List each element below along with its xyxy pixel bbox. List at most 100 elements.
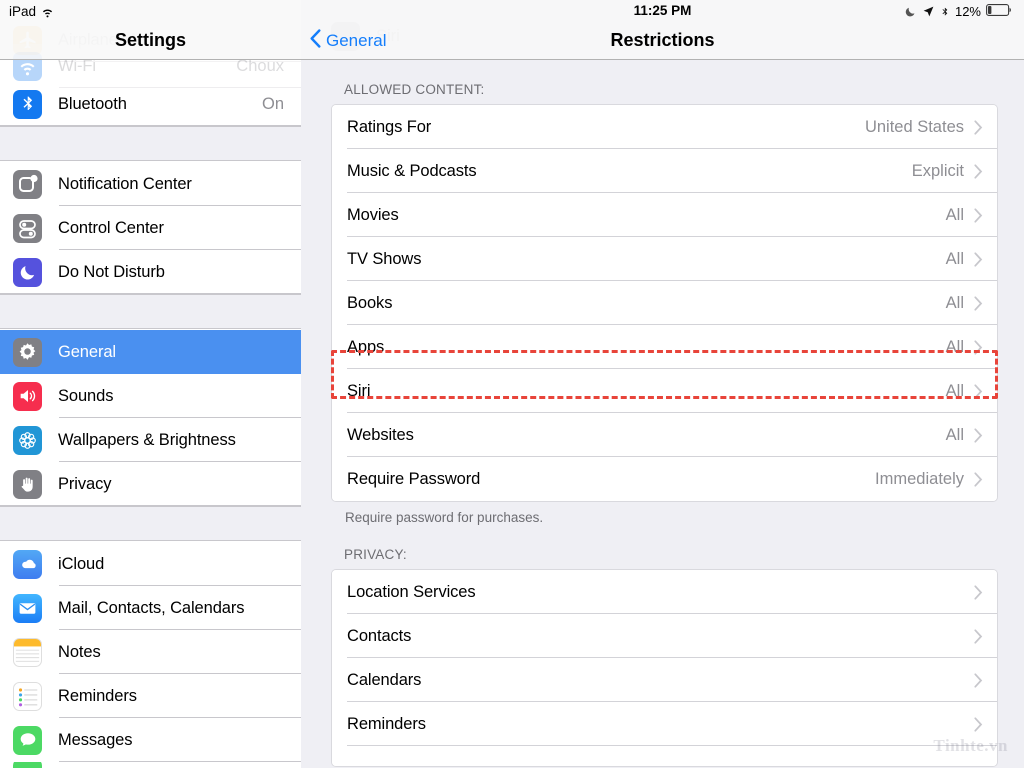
sidebar-item-label: Wallpapers & Brightness <box>58 430 236 449</box>
row-value: All <box>945 205 964 224</box>
row-label: Ratings For <box>347 117 432 136</box>
watermark: Tinhte.vn <box>933 736 1008 755</box>
row-contacts[interactable]: Contacts <box>332 614 997 658</box>
status-device-text: iPad <box>9 4 37 19</box>
sidebar-item-mail-contacts-calendars[interactable]: Mail, Contacts, Calendars <box>0 586 301 630</box>
row-music-podcasts[interactable]: Music & Podcasts Explicit <box>332 149 997 193</box>
chevron-right-icon <box>974 207 983 223</box>
battery-percent-label: 12% <box>954 4 981 19</box>
row-label: Movies <box>347 205 399 224</box>
chevron-right-icon <box>974 628 983 644</box>
sidebar-item-privacy[interactable]: Privacy <box>0 462 301 506</box>
sidebar-item-label: General <box>58 342 117 361</box>
chevron-right-icon <box>974 672 983 688</box>
sidebar-item-notification-center[interactable]: Notification Center <box>0 162 301 206</box>
bluetooth-icon <box>942 7 948 15</box>
sidebar-item-label: Reminders <box>58 686 137 705</box>
sidebar-group-divider <box>0 294 301 329</box>
sidebar-item-icloud[interactable]: iCloud <box>0 542 301 586</box>
row-label: Music & Podcasts <box>347 161 477 180</box>
row-value: All <box>945 425 964 444</box>
bluetooth-icon <box>13 89 42 119</box>
chevron-right-icon <box>974 427 983 443</box>
detail-scroll-container[interactable]: Siri ALLOWED CONTENT: Ratings For United… <box>301 22 1024 768</box>
chevron-right-icon <box>974 163 983 179</box>
row-calendars[interactable]: Calendars <box>332 658 997 702</box>
row-ratings-for[interactable]: Ratings For United States <box>332 105 997 149</box>
row-reminders[interactable]: Reminders <box>332 702 997 746</box>
sidebar-item-control-center[interactable]: Control Center <box>0 206 301 250</box>
chevron-right-icon <box>974 295 983 311</box>
sidebar-item-do-not-disturb[interactable]: Do Not Disturb <box>0 250 301 294</box>
row-label: Apps <box>347 337 385 356</box>
row-books[interactable]: Books All <box>332 281 997 325</box>
chevron-right-icon <box>974 471 983 487</box>
row-value: All <box>945 381 964 400</box>
sidebar-group-divider <box>0 506 301 541</box>
moon-icon <box>905 7 915 17</box>
row-label: Siri <box>347 381 371 400</box>
sidebar-item-wallpapers-brightness[interactable]: Wallpapers & Brightness <box>0 418 301 462</box>
control-center-icon <box>13 213 42 243</box>
battery-icon <box>986 4 1012 19</box>
moon-icon <box>13 257 42 287</box>
location-arrow-icon <box>923 6 934 17</box>
cloud-icon <box>13 549 42 579</box>
row-partial-next[interactable] <box>332 746 997 766</box>
privacy-card: Location Services Contacts Calendars Rem… <box>331 569 998 767</box>
sidebar-item-label: Notification Center <box>58 174 192 193</box>
row-apps[interactable]: Apps All <box>332 325 997 369</box>
row-label: Reminders <box>347 714 426 733</box>
sidebar-item-messages[interactable]: Messages <box>0 718 301 762</box>
gear-icon <box>13 337 42 367</box>
restrictions-detail-panel: Siri ALLOWED CONTENT: Ratings For United… <box>301 0 1024 768</box>
row-label: Websites <box>347 425 414 444</box>
message-bubble-icon <box>13 725 42 755</box>
row-tv-shows[interactable]: TV Shows All <box>332 237 997 281</box>
sidebar-item-label: Privacy <box>58 474 112 493</box>
detail-page-title: Restrictions <box>610 30 715 50</box>
row-label: TV Shows <box>347 249 422 268</box>
facetime-icon <box>13 762 42 768</box>
reminders-icon <box>13 681 42 711</box>
sidebar-item-reminders[interactable]: Reminders <box>0 674 301 718</box>
notification-center-icon <box>13 169 42 199</box>
sidebar-item-general[interactable]: General <box>0 330 301 374</box>
row-value: All <box>945 337 964 356</box>
sidebar-item-bluetooth[interactable]: Bluetooth On <box>0 82 301 126</box>
row-label: Location Services <box>347 582 476 601</box>
chevron-right-icon <box>974 251 983 267</box>
chevron-right-icon <box>974 584 983 600</box>
sidebar-item-partial[interactable] <box>0 762 301 768</box>
row-movies[interactable]: Movies All <box>332 193 997 237</box>
row-require-password[interactable]: Require Password Immediately <box>332 457 997 501</box>
chevron-right-icon <box>974 716 983 732</box>
row-value: All <box>945 293 964 312</box>
row-label: Contacts <box>347 626 412 645</box>
status-device-label: iPad <box>9 4 55 19</box>
page-title: Settings <box>114 30 186 50</box>
section-header-privacy: PRIVACY: <box>344 547 407 562</box>
speaker-icon <box>13 381 42 411</box>
sidebar-item-label: Sounds <box>58 386 114 405</box>
footnote-require-password: Require password for purchases. <box>345 510 544 525</box>
sidebar-item-label: Messages <box>58 730 133 749</box>
sidebar-header: iPad Settings <box>0 0 301 60</box>
chevron-right-icon <box>974 339 983 355</box>
chevron-right-icon <box>974 383 983 399</box>
row-websites[interactable]: Websites All <box>332 413 997 457</box>
status-indicators: 12% <box>904 4 1012 19</box>
row-siri[interactable]: Siri All <box>332 369 997 413</box>
sidebar-item-sounds[interactable]: Sounds <box>0 374 301 418</box>
ipad-settings-screen: Airplane Mode Wi-Fi Choux Bluetooth On <box>0 0 1024 768</box>
sidebar-item-label: Mail, Contacts, Calendars <box>58 598 245 617</box>
row-value: Immediately <box>875 469 964 488</box>
sidebar-group-divider <box>0 126 301 161</box>
sidebar-item-notes[interactable]: Notes <box>0 630 301 674</box>
envelope-icon <box>13 593 42 623</box>
sidebar-item-label: Notes <box>58 642 101 661</box>
sidebar-item-value: On <box>261 94 284 113</box>
row-location-services[interactable]: Location Services <box>332 570 997 614</box>
wifi-icon <box>42 9 53 17</box>
sidebar-item-label: Control Center <box>58 218 164 237</box>
